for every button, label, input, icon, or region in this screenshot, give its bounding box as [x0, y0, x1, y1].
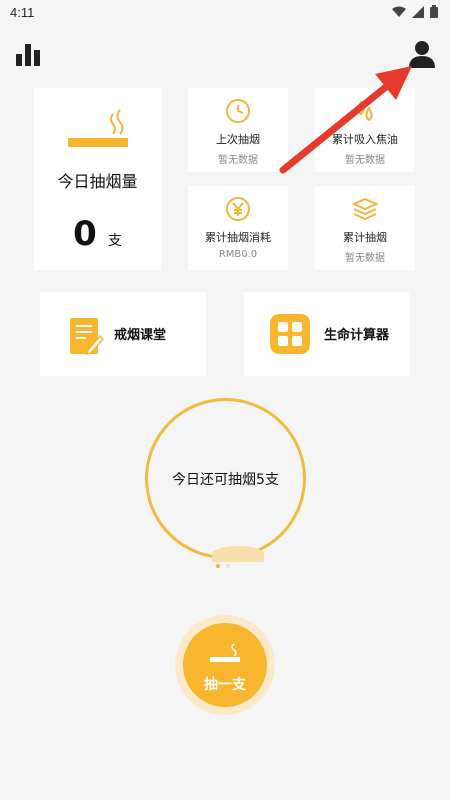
stat-title: 累计吸入焦油: [332, 133, 398, 146]
stat-value: 暂无数据: [345, 155, 385, 166]
stat-value: RMB0.0: [218, 249, 258, 260]
course-card[interactable]: 戒烟课堂: [40, 292, 206, 376]
stat-card-total[interactable]: 累计抽烟 暂无数据: [315, 186, 415, 270]
status-bar: 4:11: [0, 0, 450, 26]
today-title: 今日抽烟量: [57, 172, 138, 191]
calculator-icon: [270, 314, 310, 354]
stat-card-cost[interactable]: 累计抽烟消耗 RMB0.0: [188, 186, 288, 270]
signal-icon: [412, 5, 424, 18]
user-profile-icon[interactable]: [408, 40, 436, 68]
today-count-unit: 支: [107, 233, 122, 249]
top-bar: [0, 30, 450, 78]
yen-icon: [226, 197, 250, 221]
stat-card-last-smoke[interactable]: 上次抽烟 暂无数据: [188, 88, 288, 172]
status-time: 4:11: [10, 5, 35, 20]
stat-value: 暂无数据: [218, 155, 258, 166]
stat-title: 累计抽烟消耗: [205, 231, 271, 244]
remaining-ring: 今日还可抽烟5支: [145, 398, 306, 559]
stat-card-tar[interactable]: 累计吸入焦油 暂无数据: [315, 88, 415, 172]
clock-icon: [226, 99, 250, 123]
cigarette-icon: [68, 109, 128, 147]
ring-fill-indicator: [212, 546, 264, 562]
page-indicator: [216, 564, 230, 568]
remaining-text: 今日还可抽烟5支: [172, 472, 279, 488]
battery-icon: [430, 5, 438, 18]
wifi-icon: [392, 6, 406, 17]
drops-icon: [357, 100, 373, 122]
stat-title: 累计抽烟: [343, 231, 387, 244]
layers-icon: [352, 197, 378, 221]
status-icons: [392, 5, 438, 18]
smoke-button[interactable]: 抽一支: [175, 615, 275, 715]
notebook-pen-icon: [70, 318, 104, 356]
page-dot: [226, 564, 230, 568]
course-label: 戒烟课堂: [114, 328, 167, 343]
stat-value: 暂无数据: [345, 253, 385, 264]
today-count: 0 支: [34, 214, 161, 254]
smoke-button-label: 抽一支: [204, 677, 246, 693]
cigarette-icon: [210, 643, 240, 662]
smoke-button-inner[interactable]: 抽一支: [183, 623, 267, 707]
today-count-value: 0: [73, 214, 97, 254]
life-calculator-card[interactable]: 生命计算器: [244, 292, 409, 376]
stat-title: 上次抽烟: [216, 133, 260, 146]
today-smoking-card: 今日抽烟量 0 支: [34, 88, 161, 270]
calculator-label: 生命计算器: [324, 328, 390, 343]
bar-chart-icon[interactable]: [14, 42, 42, 66]
page-dot-active: [216, 564, 220, 568]
